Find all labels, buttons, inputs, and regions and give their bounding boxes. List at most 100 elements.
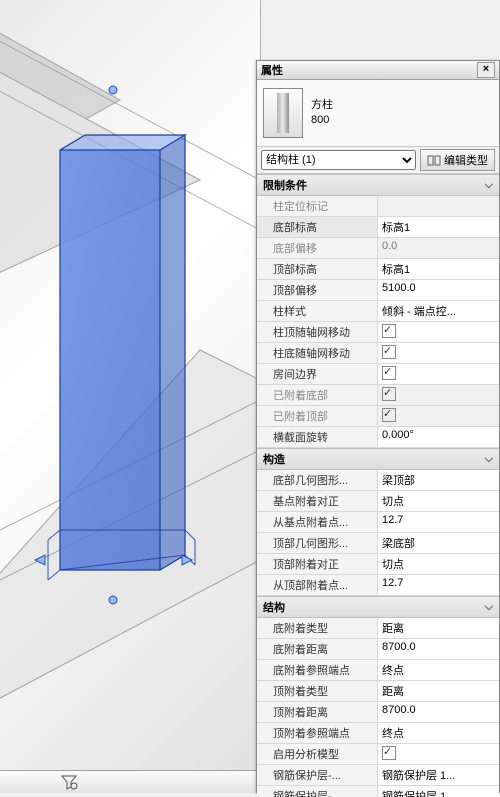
checkbox[interactable] xyxy=(382,366,396,380)
edit-type-icon xyxy=(427,153,441,167)
property-value[interactable]: 钢筋保护层 1... xyxy=(378,765,499,785)
property-label: 顶附着距离 xyxy=(257,702,378,722)
property-value[interactable]: 标高1 xyxy=(378,259,499,279)
property-label: 顶附着类型 xyxy=(257,681,378,701)
property-row[interactable]: 顶附着距离8700.0 xyxy=(257,702,499,723)
property-row[interactable]: 顶附着参照端点终点 xyxy=(257,723,499,744)
property-label: 柱顶随轴网移动 xyxy=(257,322,378,342)
type-info: 方柱 800 xyxy=(311,98,493,128)
property-row[interactable]: 底附着类型距离 xyxy=(257,618,499,639)
property-row[interactable]: 启用分析模型 xyxy=(257,744,499,765)
property-row[interactable]: 顶部几何图形...梁底部 xyxy=(257,533,499,554)
property-row: 柱定位标记 xyxy=(257,196,499,217)
close-icon[interactable]: × xyxy=(477,62,495,78)
property-row[interactable]: 柱样式倾斜 - 端点控... xyxy=(257,301,499,322)
property-row: 已附着底部 xyxy=(257,385,499,406)
type-thumbnail xyxy=(263,88,303,138)
property-value xyxy=(378,385,499,405)
property-row[interactable]: 底部几何图形...梁顶部 xyxy=(257,470,499,491)
element-selector[interactable]: 结构柱 (1) xyxy=(261,150,416,170)
property-value[interactable]: 8700.0 xyxy=(378,639,499,659)
property-value[interactable]: 倾斜 - 端点控... xyxy=(378,301,499,321)
filter-icon[interactable] xyxy=(60,774,78,790)
type-family: 方柱 xyxy=(311,98,493,113)
property-row[interactable]: 房间边界 xyxy=(257,364,499,385)
collapse-icon[interactable]: ⌵ xyxy=(485,601,493,614)
property-value xyxy=(378,406,499,426)
property-row[interactable]: 底附着距离8700.0 xyxy=(257,639,499,660)
property-value xyxy=(378,196,499,216)
property-row[interactable]: 钢筋保护层-...钢筋保护层 1... xyxy=(257,786,499,797)
type-name: 800 xyxy=(311,113,493,128)
property-row[interactable]: 顶部偏移5100.0 xyxy=(257,280,499,301)
property-row[interactable]: 从顶部附着点...12.7 xyxy=(257,575,499,596)
property-label: 钢筋保护层-... xyxy=(257,786,378,797)
model-viewport[interactable] xyxy=(0,0,261,793)
section-header[interactable]: 限制条件⌵ xyxy=(257,174,499,196)
edit-type-button[interactable]: 编辑类型 xyxy=(420,149,495,171)
section-header[interactable]: 结构⌵ xyxy=(257,596,499,618)
property-label: 顶部标高 xyxy=(257,259,378,279)
property-value[interactable] xyxy=(378,343,499,363)
property-label: 顶部几何图形... xyxy=(257,533,378,553)
property-value[interactable]: 12.7 xyxy=(378,512,499,532)
property-row[interactable]: 底部标高标高1 xyxy=(257,217,499,238)
property-label: 底附着参照端点 xyxy=(257,660,378,680)
property-row[interactable]: 从基点附着点...12.7 xyxy=(257,512,499,533)
property-row: 已附着顶部 xyxy=(257,406,499,427)
panel-titlebar[interactable]: 属性 × xyxy=(257,61,499,80)
property-value[interactable]: 切点 xyxy=(378,554,499,574)
property-value[interactable]: 12.7 xyxy=(378,575,499,595)
collapse-icon[interactable]: ⌵ xyxy=(485,453,493,466)
property-row[interactable]: 顶附着类型距离 xyxy=(257,681,499,702)
property-value[interactable]: 终点 xyxy=(378,723,499,743)
property-label: 底部标高 xyxy=(257,217,378,237)
property-value[interactable] xyxy=(378,364,499,384)
property-label: 钢筋保护层-... xyxy=(257,765,378,785)
property-row[interactable]: 柱底随轴网移动 xyxy=(257,343,499,364)
property-row[interactable]: 底附着参照端点终点 xyxy=(257,660,499,681)
property-value[interactable] xyxy=(378,322,499,342)
property-row[interactable]: 基点附着对正切点 xyxy=(257,491,499,512)
collapse-icon[interactable]: ⌵ xyxy=(485,179,493,192)
property-row: 底部偏移0.0 xyxy=(257,238,499,259)
property-label: 底部几何图形... xyxy=(257,470,378,490)
property-value[interactable]: 梁顶部 xyxy=(378,470,499,490)
property-row[interactable]: 钢筋保护层-...钢筋保护层 1... xyxy=(257,765,499,786)
property-value[interactable] xyxy=(378,744,499,764)
property-value[interactable]: 梁底部 xyxy=(378,533,499,553)
property-label: 底附着距离 xyxy=(257,639,378,659)
property-label: 顶部附着对正 xyxy=(257,554,378,574)
property-value[interactable]: 8700.0 xyxy=(378,702,499,722)
property-value[interactable]: 标高1 xyxy=(378,217,499,237)
property-label: 房间边界 xyxy=(257,364,378,384)
section-header[interactable]: 构造⌵ xyxy=(257,448,499,470)
property-row[interactable]: 柱顶随轴网移动 xyxy=(257,322,499,343)
property-label: 横截面旋转 xyxy=(257,427,378,447)
checkbox xyxy=(382,387,396,401)
property-value[interactable]: 切点 xyxy=(378,491,499,511)
property-label: 顶附着参照端点 xyxy=(257,723,378,743)
property-value[interactable]: 距离 xyxy=(378,618,499,638)
property-label: 已附着顶部 xyxy=(257,406,378,426)
property-label: 柱底随轴网移动 xyxy=(257,343,378,363)
panel-title: 属性 xyxy=(261,62,477,78)
property-value[interactable]: 距离 xyxy=(378,681,499,701)
property-row[interactable]: 顶部附着对正切点 xyxy=(257,554,499,575)
checkbox[interactable] xyxy=(382,345,396,359)
property-value[interactable]: 钢筋保护层 1... xyxy=(378,786,499,797)
property-row[interactable]: 横截面旋转0.000° xyxy=(257,427,499,448)
type-selector-bar[interactable]: 方柱 800 xyxy=(257,80,499,147)
property-label: 底附着类型 xyxy=(257,618,378,638)
property-label: 基点附着对正 xyxy=(257,491,378,511)
checkbox[interactable] xyxy=(382,324,396,338)
property-label: 顶部偏移 xyxy=(257,280,378,300)
property-value[interactable]: 0.000° xyxy=(378,427,499,447)
property-value[interactable]: 5100.0 xyxy=(378,280,499,300)
property-label: 柱定位标记 xyxy=(257,196,378,216)
property-value[interactable]: 终点 xyxy=(378,660,499,680)
property-row[interactable]: 顶部标高标高1 xyxy=(257,259,499,280)
property-grid[interactable]: 限制条件⌵柱定位标记底部标高标高1底部偏移0.0顶部标高标高1顶部偏移5100.… xyxy=(257,174,499,797)
checkbox[interactable] xyxy=(382,746,396,760)
property-label: 底部偏移 xyxy=(257,238,378,258)
